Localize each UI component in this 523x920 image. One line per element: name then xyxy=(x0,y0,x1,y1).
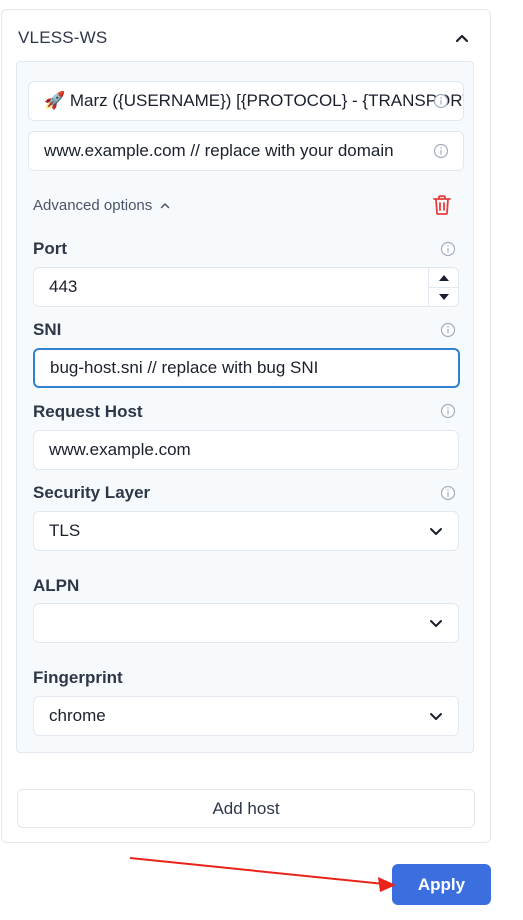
advanced-options-label: Advanced options xyxy=(33,197,153,214)
sni-input[interactable]: bug-host.sni // replace with bug SNI xyxy=(33,348,460,388)
fingerprint-select[interactable]: chrome xyxy=(33,696,459,736)
panel-title: VLESS-WS xyxy=(18,28,108,47)
request-host-label: Request Host xyxy=(33,402,143,421)
security-layer-value: TLS xyxy=(49,521,81,540)
sni-label: SNI xyxy=(33,320,62,339)
chevron-down-icon xyxy=(430,620,442,627)
remark-input[interactable]: 🚀 Marz ({USERNAME}) [{PROTOCOL} - {TRANS… xyxy=(28,81,464,121)
alpn-select[interactable] xyxy=(33,603,459,643)
security-layer-label: Security Layer xyxy=(33,483,151,502)
security-layer-select[interactable]: TLS xyxy=(33,511,459,551)
fingerprint-label: Fingerprint xyxy=(33,668,123,687)
port-label: Port xyxy=(33,239,67,258)
apply-button[interactable]: Apply xyxy=(392,864,491,905)
stepper-down-icon xyxy=(438,294,449,300)
port-input[interactable]: 443 xyxy=(33,267,459,307)
panel-header[interactable]: VLESS-WS xyxy=(2,10,490,66)
remark-value: 🚀 Marz ({USERNAME}) [{PROTOCOL} - {TRANS… xyxy=(44,91,464,110)
collapse-button[interactable] xyxy=(450,26,474,50)
request-host-value: www.example.com xyxy=(49,440,191,459)
trash-icon[interactable] xyxy=(430,193,454,217)
port-value: 443 xyxy=(49,277,78,296)
address-input[interactable]: www.example.com // replace with your dom… xyxy=(28,131,464,171)
info-icon[interactable] xyxy=(440,485,456,501)
request-host-input[interactable]: www.example.com xyxy=(33,430,459,470)
chevron-up-icon xyxy=(455,34,469,43)
fingerprint-value: chrome xyxy=(49,706,106,725)
info-icon[interactable] xyxy=(440,403,456,419)
info-icon[interactable] xyxy=(440,241,456,257)
info-icon[interactable] xyxy=(433,93,449,109)
sni-value: bug-host.sni // replace with bug SNI xyxy=(50,358,319,377)
advanced-options-toggle[interactable]: Advanced options xyxy=(33,197,170,214)
info-icon[interactable] xyxy=(433,143,449,159)
port-stepper xyxy=(428,268,458,306)
stepper-decrement[interactable] xyxy=(429,287,458,306)
stepper-increment[interactable] xyxy=(429,268,458,287)
chevron-down-icon xyxy=(430,528,442,535)
chevron-up-icon xyxy=(161,203,170,209)
alpn-label: ALPN xyxy=(33,576,80,595)
stepper-up-icon xyxy=(438,274,449,281)
chevron-down-icon xyxy=(430,713,442,720)
info-icon[interactable] xyxy=(440,322,456,338)
address-value: www.example.com // replace with your dom… xyxy=(44,141,394,160)
add-host-button[interactable]: Add host xyxy=(17,789,475,828)
